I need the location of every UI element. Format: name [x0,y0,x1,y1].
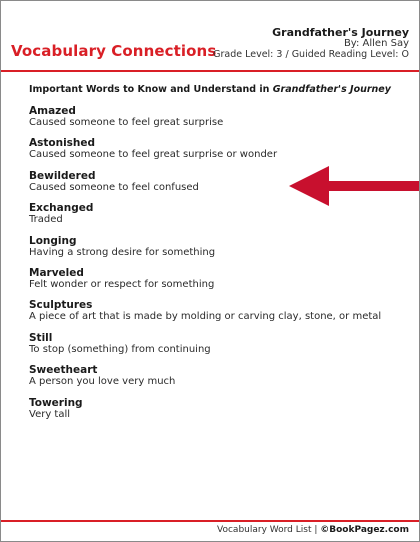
vocab-word: Longing [29,234,77,247]
footer-divider [1,520,419,522]
vocabulary-section: Important Words to Know and Understand i… [29,84,409,429]
vocab-definition: Very tall [29,408,71,420]
book-info: Grandfather's Journey By: Allen Say Grad… [213,27,409,60]
vocab-item: Sculptures A piece of art that is made b… [29,299,409,323]
vocab-word: Sculptures [29,299,93,312]
grade-level: Grade Level: 3 / Guided Reading Level: O [213,49,409,60]
vocab-word: Towering [29,396,83,409]
footer-label: Vocabulary Word List | [217,525,321,535]
vocab-definition: Traded [29,214,63,226]
vocab-definition: A piece of art that is made by molding o… [29,311,382,323]
page-header: Vocabulary Connections Grandfather's Jou… [1,1,419,71]
left-arrow-icon [289,166,419,206]
vocab-definition: Felt wonder or respect for something [29,278,215,290]
page-title: Vocabulary Connections [11,42,217,60]
vocab-item: Towering Very tall [29,397,409,421]
vocab-definition: Having a strong desire for something [29,246,216,258]
vocab-item: Longing Having a strong desire for somet… [29,235,409,259]
vocab-word: Sweetheart [29,364,98,377]
vocab-definition: Caused someone to feel great surprise or… [29,149,278,161]
vocab-item: Astonished Caused someone to feel great … [29,137,409,161]
vocab-word: Marveled [29,266,84,279]
vocab-word: Astonished [29,137,96,150]
heading-prefix: Important Words to Know and Understand i… [29,84,273,95]
footer-brand: ©BookPagez.com [320,525,409,535]
page-footer: Vocabulary Word List | ©BookPagez.com [217,525,409,535]
section-heading: Important Words to Know and Understand i… [29,84,409,95]
vocab-definition: To stop (something) from continuing [29,343,211,355]
vocab-definition: A person you love very much [29,376,176,388]
vocab-item: Still To stop (something) from continuin… [29,332,409,356]
heading-book-title: Grandfather's Journey [272,84,391,95]
vocab-item: Marveled Felt wonder or respect for some… [29,267,409,291]
vocab-word: Still [29,331,53,344]
book-author: By: Allen Say [343,38,409,49]
worksheet-page: Vocabulary Connections Grandfather's Jou… [0,0,420,542]
vocab-definition: Caused someone to feel great surprise [29,117,224,128]
header-divider [1,70,419,72]
vocab-word: Amazed [29,105,76,117]
book-title: Grandfather's Journey [272,26,409,39]
vocab-item: Sweetheart A person you love very much [29,364,409,388]
vocab-item: Amazed Caused someone to feel great surp… [29,105,409,129]
